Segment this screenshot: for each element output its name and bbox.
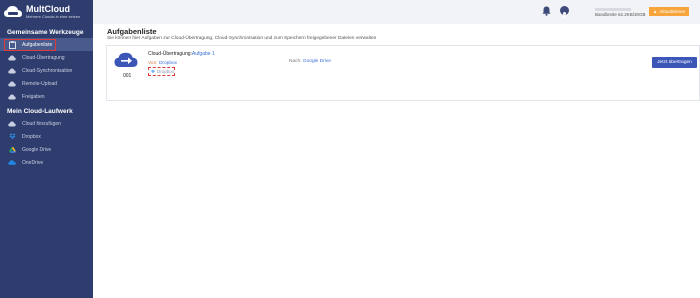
page-title: Aufgabenliste: [107, 27, 157, 36]
sidebar-item-add-cloud[interactable]: Cloud hinzufügen: [0, 117, 93, 130]
cloud-transfer-task-icon: [114, 52, 138, 67]
upgrade-button[interactable]: ▲ Aktualisieren: [649, 7, 689, 16]
section-title-drives: Mein Cloud-Laufwerk: [7, 108, 73, 115]
brand-name: MultCloud: [26, 4, 70, 14]
google-drive-icon: [8, 146, 16, 154]
bandwidth-bar: [595, 8, 631, 11]
task-title: Cloud-Übertragung:Aufgabe 1: [148, 51, 215, 57]
sidebar-item-label: Remote-Upload: [22, 80, 58, 87]
source-item-label: Dropbox: [156, 69, 174, 74]
cloud-add-icon: [8, 120, 16, 128]
top-bar: Bandbreite 62.2KB/30GB ▲ Aktualisieren: [93, 0, 700, 24]
brand-tagline: Mehrere Clouds in eine setzen: [26, 14, 81, 19]
sidebar-item-remote-upload[interactable]: Remote-Upload: [0, 77, 93, 90]
upgrade-icon: ▲: [652, 9, 658, 14]
sidebar-item-cloud-sync[interactable]: Cloud-Synchronisation: [0, 64, 93, 77]
task-number: 001: [123, 73, 132, 79]
task-destination-label: Nach:: [289, 59, 302, 64]
avatar[interactable]: [560, 6, 569, 18]
task-source-value[interactable]: Dropbox: [159, 61, 177, 66]
task-list-highlight: Aufgabenliste: [4, 38, 57, 51]
cloud-transfer-icon: [8, 54, 16, 62]
sidebar-item-dropbox[interactable]: Dropbox: [0, 130, 93, 143]
main-content: Aufgabenliste Sie können hier Aufgaben z…: [93, 24, 700, 298]
upgrade-label: Aktualisieren: [659, 9, 686, 14]
sidebar: MultCloud Mehrere Clouds in eine setzen …: [0, 0, 93, 298]
sidebar-item-label: Freigaben: [22, 93, 45, 100]
sidebar-item-label: Cloud-Synchronisation: [22, 67, 73, 74]
task-destination: Nach: Google Drive: [289, 59, 331, 64]
onedrive-icon: [8, 159, 16, 167]
clipboard-icon: [8, 40, 16, 49]
sidebar-item-google-drive[interactable]: Google Drive: [0, 143, 93, 156]
sidebar-item-label: Cloud hinzufügen: [22, 120, 61, 127]
sidebar-item-label: Google Drive: [22, 146, 52, 153]
share-icon: [8, 93, 16, 101]
task-destination-value[interactable]: Google Drive: [303, 59, 331, 64]
sidebar-item-task-list[interactable]: Aufgabenliste: [0, 38, 93, 51]
task-name-link[interactable]: Aufgabe 1: [192, 51, 215, 57]
task-card: 001 Cloud-Übertragung:Aufgabe 1 Von: Dro…: [106, 45, 700, 101]
logo[interactable]: MultCloud Mehrere Clouds in eine setzen: [0, 0, 93, 24]
sidebar-item-shares[interactable]: Freigaben: [0, 90, 93, 103]
sidebar-item-label: OneDrive: [22, 159, 44, 166]
sidebar-item-cloud-transfer[interactable]: Cloud-Übertragung: [0, 51, 93, 64]
transfer-now-button[interactable]: Jetzt übertragen: [652, 57, 697, 68]
bandwidth-text: Bandbreite 62.2KB/30GB: [595, 12, 646, 17]
source-dropbox-item[interactable]: Dropbox: [148, 67, 175, 76]
bell-icon[interactable]: [542, 6, 551, 16]
sidebar-item-label: Cloud-Übertragung: [22, 54, 65, 61]
sidebar-item-onedrive[interactable]: OneDrive: [0, 156, 93, 169]
upload-icon: [8, 80, 16, 88]
sidebar-item-label: Dropbox: [22, 133, 41, 140]
multcloud-logo-icon: [4, 6, 22, 17]
dropbox-icon: [8, 133, 16, 141]
task-type: Cloud-Übertragung:: [148, 51, 192, 57]
task-source: Von: Dropbox: [148, 61, 177, 66]
cloud-sync-icon: [8, 67, 16, 75]
page-description: Sie können hier Aufgaben zur Cloud-Übert…: [107, 36, 377, 41]
dropbox-icon: [151, 69, 155, 73]
user-icon: [562, 12, 567, 18]
section-title-tools: Gemeinsame Werkzeuge: [7, 29, 84, 36]
task-source-label: Von:: [148, 61, 158, 66]
sidebar-item-label: Aufgabenliste: [22, 41, 53, 48]
